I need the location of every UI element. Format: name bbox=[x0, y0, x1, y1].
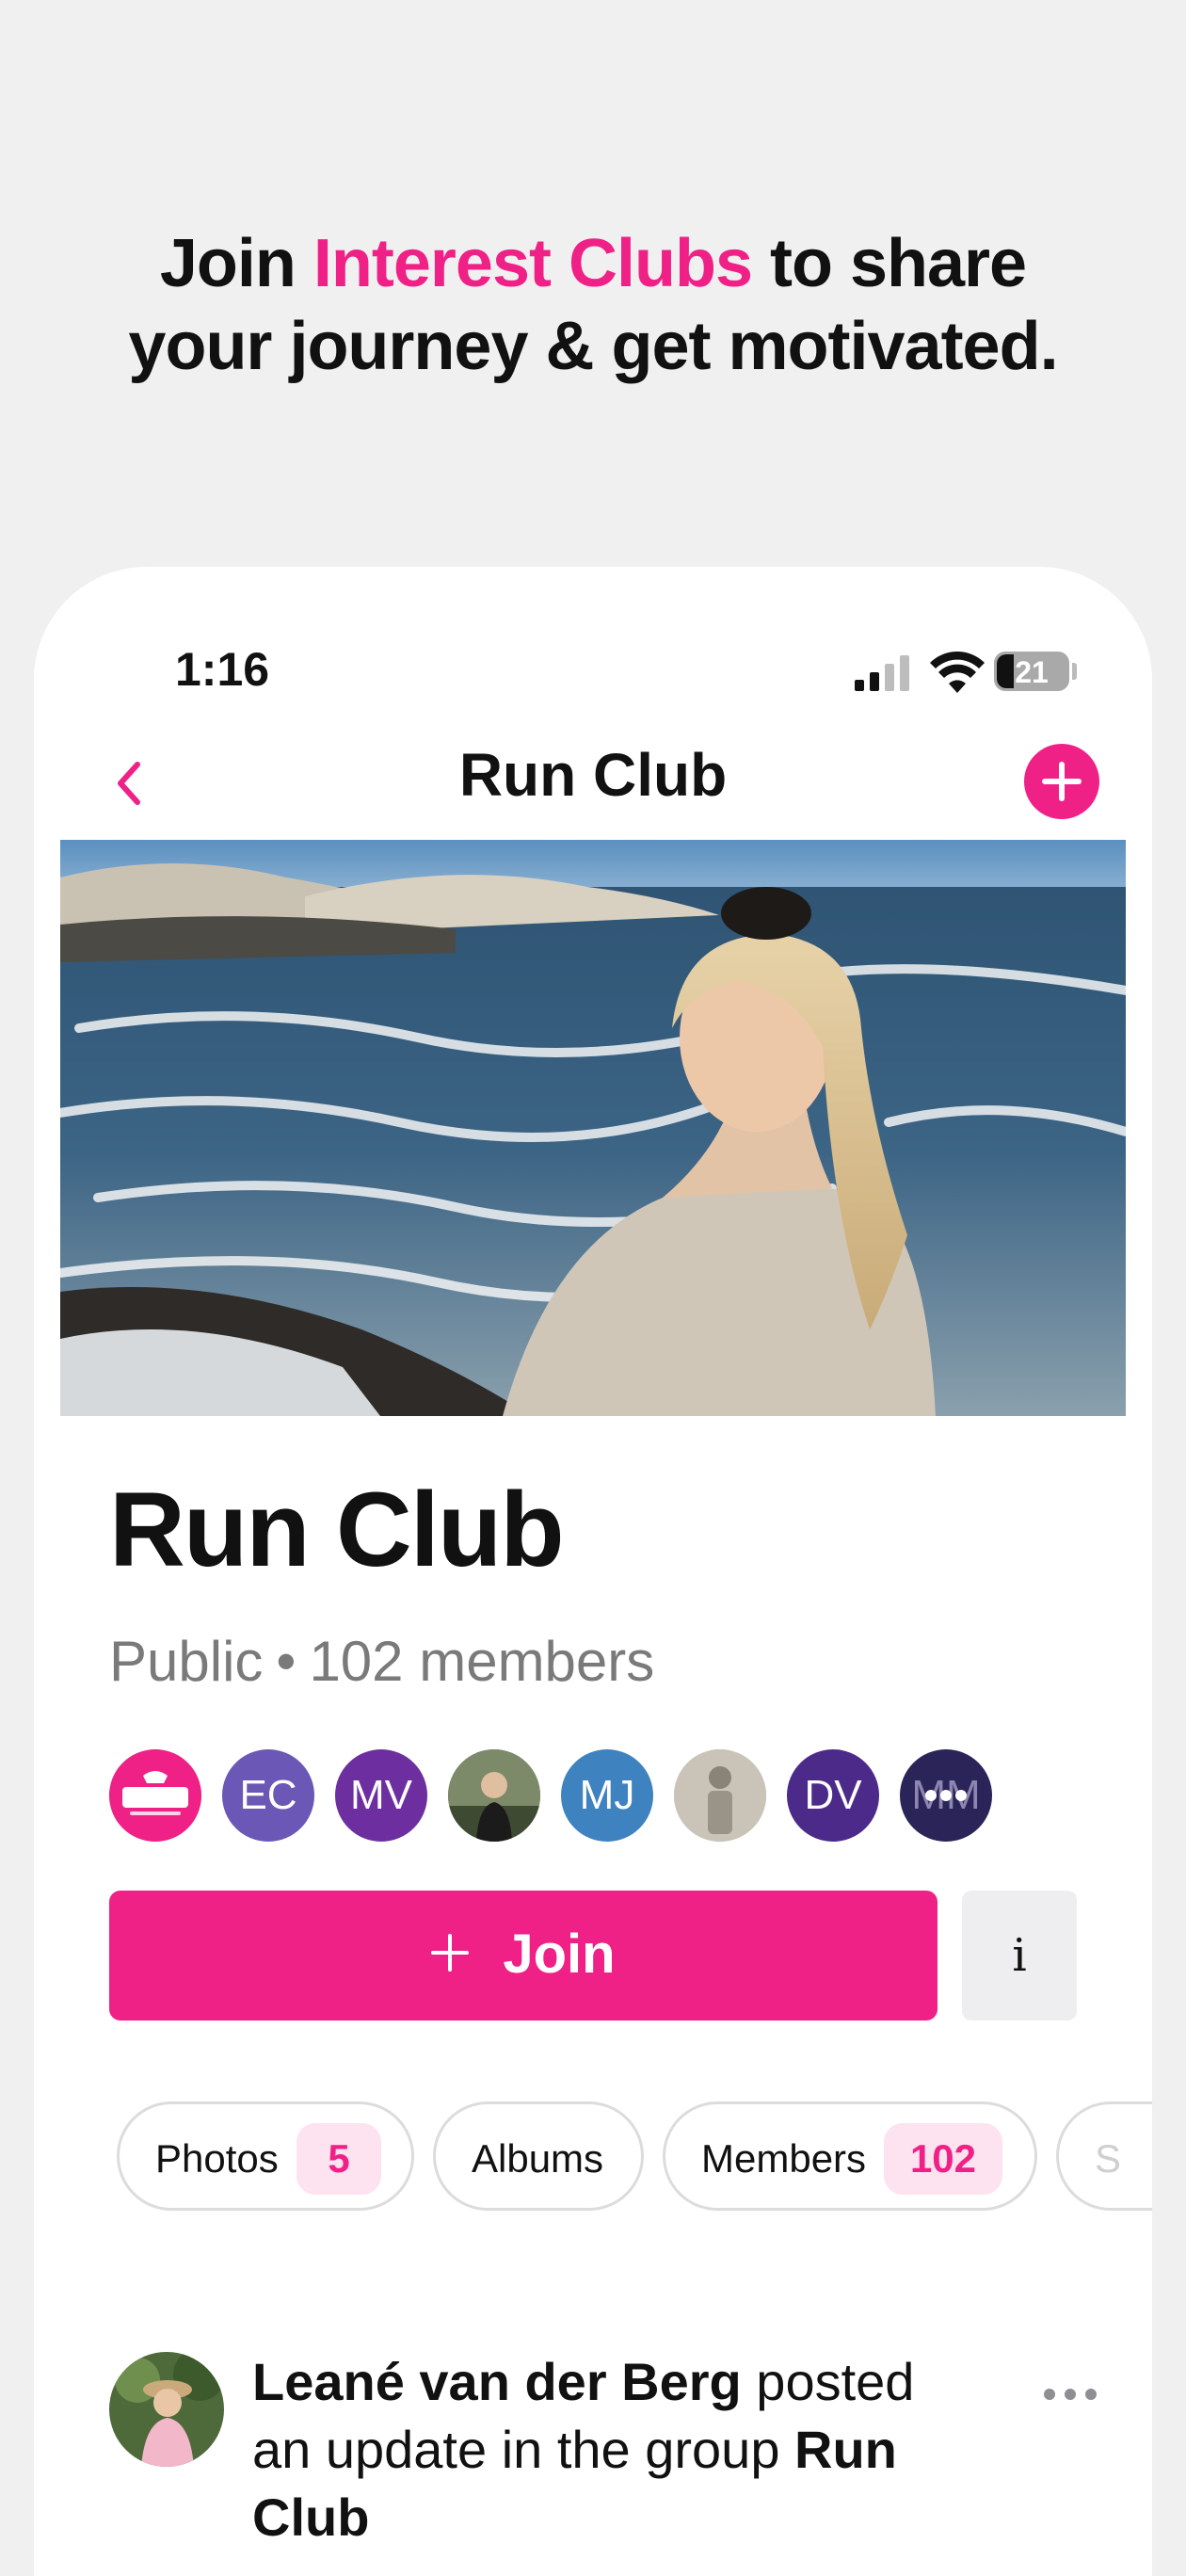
post-author-avatar[interactable] bbox=[109, 2352, 224, 2467]
tab-members-label: Members bbox=[701, 2136, 867, 2181]
plus-icon bbox=[1042, 762, 1082, 801]
tab-overflow[interactable]: S bbox=[1056, 2101, 1152, 2211]
wifi-icon bbox=[930, 652, 985, 693]
club-meta: Public • 102 members bbox=[109, 1629, 654, 1694]
tab-albums[interactable]: Albums bbox=[433, 2101, 644, 2211]
avatar-mv[interactable]: MV bbox=[335, 1749, 427, 1842]
avatar-photo-member[interactable] bbox=[448, 1749, 540, 1842]
status-bar: 1:16 21 bbox=[34, 567, 1152, 699]
tab-albums-label: Albums bbox=[472, 2136, 604, 2181]
promo-headline-accent: Interest Clubs bbox=[313, 226, 753, 301]
join-button[interactable]: Join bbox=[109, 1891, 938, 2021]
info-button[interactable]: i bbox=[962, 1891, 1077, 2021]
tab-photos[interactable]: Photos 5 bbox=[117, 2101, 414, 2211]
avatar-more-members[interactable]: MM bbox=[900, 1749, 992, 1842]
tab-overflow-label: S bbox=[1095, 2136, 1122, 2181]
cellular-signal-icon bbox=[855, 655, 909, 691]
promo-headline-line1: Join Interest Clubs to share bbox=[159, 226, 1027, 301]
club-name: Run Club bbox=[109, 1471, 565, 1588]
battery-level: 21 bbox=[994, 652, 1069, 691]
avatar-ec[interactable]: EC bbox=[222, 1749, 314, 1842]
promo-headline: Join Interest Clubs to share your journe… bbox=[0, 222, 1186, 388]
post-author-name[interactable]: Leané van der Berg bbox=[252, 2352, 742, 2411]
avatar-gutsy-logo[interactable] bbox=[109, 1749, 201, 1842]
club-tabs: Photos 5 Albums Members 102 S bbox=[117, 2101, 1152, 2213]
add-button[interactable] bbox=[1024, 744, 1099, 819]
member-photo-2 bbox=[674, 1749, 766, 1842]
promo-headline-line2: your journey & get motivated. bbox=[128, 309, 1058, 384]
tab-photos-label: Photos bbox=[155, 2136, 279, 2181]
club-member-count[interactable]: 102 members bbox=[309, 1630, 654, 1693]
club-visibility: Public bbox=[109, 1630, 264, 1693]
status-time: 1:16 bbox=[175, 643, 270, 696]
tab-members-count: 102 bbox=[884, 2123, 1002, 2195]
post-text: Leané van der Berg posted an update in t… bbox=[252, 2348, 968, 2552]
meta-separator: • bbox=[276, 1630, 296, 1693]
gutsy-logo-icon bbox=[109, 1749, 201, 1842]
club-cover-photo bbox=[60, 840, 1126, 1416]
avatar-photo-member-2[interactable] bbox=[674, 1749, 766, 1842]
tab-members[interactable]: Members 102 bbox=[663, 2101, 1037, 2211]
join-button-label: Join bbox=[503, 1924, 616, 1985]
phone-screen: 1:16 21 Run Club Run Club Public • 102 m… bbox=[34, 567, 1152, 2576]
plus-icon bbox=[431, 1933, 470, 1972]
avatar-dv[interactable]: DV bbox=[787, 1749, 879, 1842]
avatar-mj[interactable]: MJ bbox=[561, 1749, 653, 1842]
nav-title: Run Club bbox=[458, 741, 728, 809]
tab-photos-count: 5 bbox=[296, 2123, 381, 2195]
battery-cap bbox=[1072, 663, 1077, 680]
more-options-icon[interactable] bbox=[1043, 2388, 1098, 2401]
nav-bar: Run Club bbox=[34, 727, 1152, 830]
member-photo bbox=[448, 1749, 540, 1842]
more-dots-icon bbox=[925, 1790, 967, 1801]
author-photo bbox=[109, 2352, 224, 2467]
